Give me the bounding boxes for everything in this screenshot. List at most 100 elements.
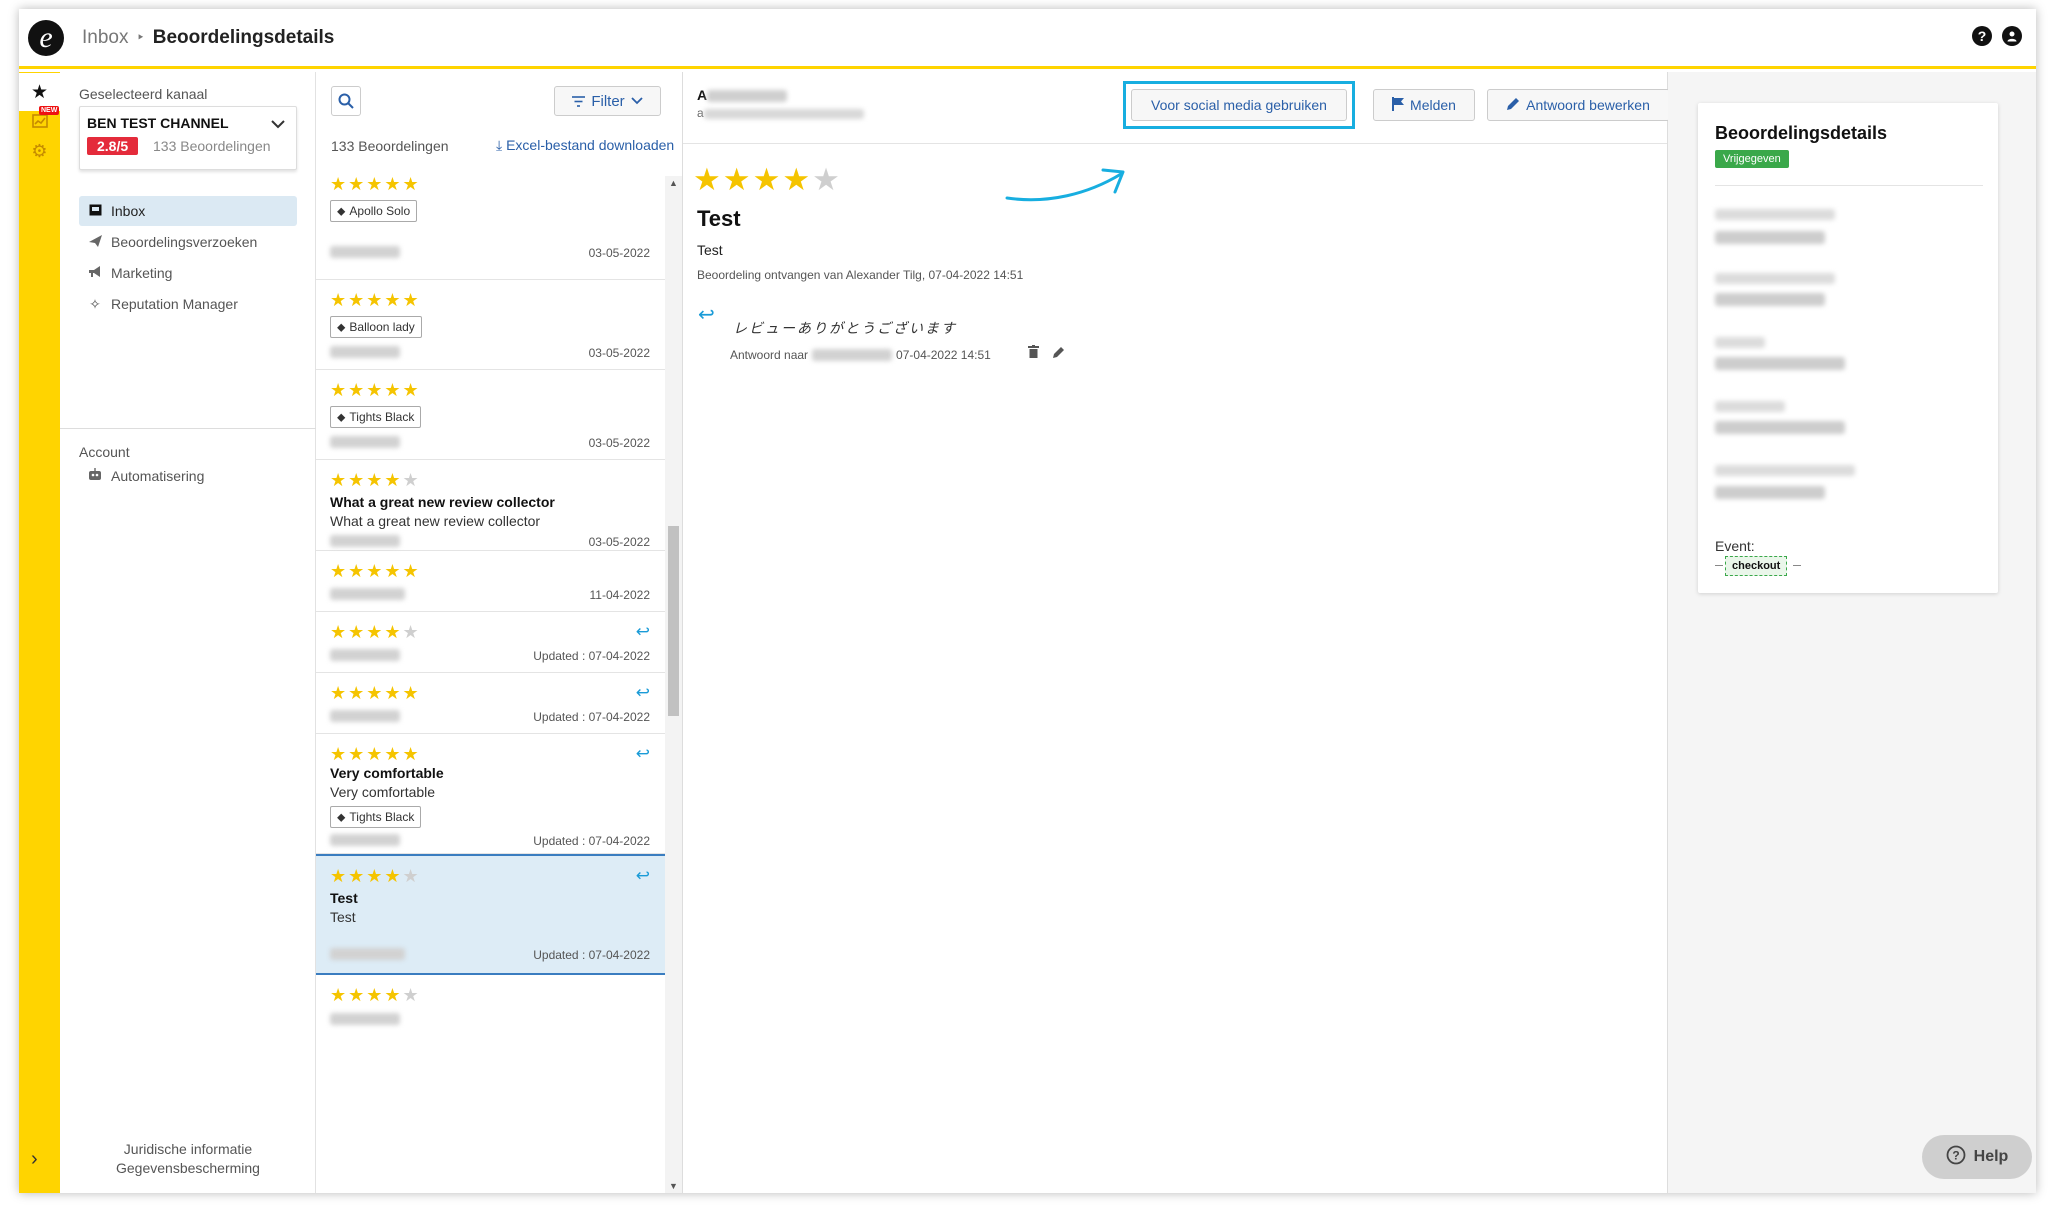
product-tag: ⬥ Balloon lady (330, 316, 422, 338)
reviewer-name-blurred (330, 1013, 400, 1025)
list-item[interactable]: ★★★★★ ⬥ Balloon lady 03-05-2022 (316, 280, 666, 370)
edit-reply-pencil-icon[interactable] (1053, 345, 1065, 361)
reply-meta: Antwoord naar 07-04-2022 14:51 (730, 348, 991, 362)
detail-label-blurred (1715, 209, 1835, 220)
reviewer-name-blurred (330, 346, 400, 358)
breadcrumb: Inbox ‣ Beoordelingsdetails (82, 27, 334, 49)
star-rating: ★★★★★ (330, 985, 421, 1005)
list-item[interactable]: ★★★★★ What a great new review collector … (316, 460, 666, 551)
reviewer-name-blurred (330, 948, 405, 960)
star-rating: ★★★★★ (330, 744, 421, 764)
review-date: Updated : 07-04-2022 (533, 834, 650, 848)
privacy-link[interactable]: Gegevensbescherming (60, 1159, 316, 1178)
help-question-icon: ? (1946, 1145, 1966, 1170)
review-list: ★★★★★ ⬥ Apollo Solo 03-05-2022 ★★★★★ ⬥ Bal… (316, 176, 683, 1193)
review-date: 11-04-2022 (589, 588, 651, 602)
scroll-up-arrow-icon[interactable]: ▲ (669, 178, 678, 188)
help-circle-icon[interactable]: ? (1972, 26, 1992, 46)
robot-icon (79, 468, 111, 484)
excel-download-link[interactable]: ⤓ Excel-bestand downloaden (496, 137, 674, 154)
app-rail: ★ NEW ⚙ › (19, 72, 60, 1193)
review-detail-panel: A a Voor social media gebruiken Melden A… (683, 72, 1670, 1193)
star-rating: ★★★★★ (330, 176, 421, 194)
detail-star-rating: ★★★★★ (693, 162, 842, 197)
list-item[interactable]: ★★★★★ ↩ Very comfortable Very comfortabl… (316, 734, 666, 854)
detail-review-title: Test (697, 206, 741, 231)
review-date: Updated : 07-04-2022 (533, 710, 650, 724)
nav-reputation-manager[interactable]: ✧ Reputation Manager (79, 289, 297, 319)
list-item[interactable]: ★★★★★ ⬥ Tights Black 03-05-2022 (316, 370, 666, 460)
report-button[interactable]: Melden (1373, 89, 1475, 121)
details-sidebar: Beoordelingsdetails Vrijgegeven Event: c… (1668, 72, 2036, 1193)
list-item[interactable]: ★★★★★ ⬥ Apollo Solo 03-05-2022 (316, 176, 666, 280)
replied-arrow-icon: ↩ (635, 683, 650, 702)
reply-recipient-blurred (812, 349, 893, 361)
search-button[interactable] (331, 86, 361, 116)
detail-label-blurred (1715, 273, 1835, 284)
user-account-icon[interactable] (2002, 26, 2022, 46)
channel-selector[interactable]: BEN TEST CHANNEL 2.8/5 133 Beoordelingen (79, 106, 297, 170)
help-button[interactable]: ? Help (1922, 1135, 2032, 1179)
expand-chevron-icon[interactable]: › (31, 1148, 38, 1171)
use-for-social-media-button[interactable]: Voor social media gebruiken (1131, 89, 1347, 121)
edit-reply-button[interactable]: Antwoord bewerken (1487, 89, 1670, 121)
new-badge: NEW (39, 106, 60, 115)
settings-gear-icon[interactable]: ⚙ (19, 132, 60, 170)
detail-value-blurred (1715, 421, 1845, 434)
star-rating: ★★★★★ (330, 380, 421, 400)
list-item[interactable]: ★★★★★ 11-04-2022 (316, 551, 666, 612)
scroll-down-arrow-icon[interactable]: ▼ (669, 1181, 678, 1191)
list-item[interactable]: ★★★★★ ↩ Updated : 07-04-2022 (316, 673, 666, 734)
detail-review-body: Test (697, 242, 723, 258)
sidebar-footer: Juridische informatie Gegevensbeschermin… (60, 1140, 316, 1178)
list-item[interactable]: ★★★★★ (316, 975, 666, 1055)
detail-review-meta: Beoordeling ontvangen van Alexander Tilg… (697, 268, 1024, 282)
star-rating: ★★★★★ (330, 561, 421, 581)
flag-icon (1392, 96, 1405, 114)
review-list-scrollbar[interactable]: ▲ ▼ (665, 176, 682, 1193)
reviewer-name-blurred (330, 649, 400, 661)
account-section-label: Account (79, 444, 130, 460)
review-body: Test (330, 909, 356, 925)
reviewer-name-blurred (330, 246, 400, 258)
product-tag: ⬥ Tights Black (330, 406, 422, 428)
event-chip: checkout (1725, 556, 1788, 576)
review-body: Very comfortable (330, 784, 436, 800)
nav-reputation-manager-label: Reputation Manager (111, 296, 238, 312)
app-logo[interactable]: e (28, 19, 64, 56)
nav-review-requests[interactable]: Beoordelingsverzoeken (79, 227, 297, 257)
detail-value-blurred (1715, 231, 1825, 244)
chevron-down-icon (631, 97, 643, 105)
detail-label-blurred (1715, 465, 1855, 476)
delete-reply-icon[interactable] (1028, 345, 1039, 361)
channel-review-count: 133 Beoordelingen (153, 138, 271, 154)
star-rating: ★★★★★ (330, 866, 421, 886)
reviewer-name-blurred (330, 436, 400, 448)
review-count: 133 Beoordelingen (331, 138, 449, 154)
nav-inbox[interactable]: Inbox (79, 196, 297, 226)
replied-arrow-icon: ↩ (635, 744, 650, 763)
nav-review-requests-label: Beoordelingsverzoeken (111, 234, 258, 250)
download-icon: ⤓ (496, 137, 503, 153)
tag-icon: ⬥ (337, 809, 346, 824)
app-window: e Inbox ‣ Beoordelingsdetails ? ★ NEW ⚙ … (19, 9, 2036, 1193)
tag-icon: ⬥ (337, 409, 346, 424)
scrollbar-thumb[interactable] (668, 526, 679, 716)
list-item[interactable]: ★★★★★ ↩ Updated : 07-04-2022 (316, 612, 666, 673)
megaphone-icon (79, 265, 111, 281)
channel-name: BEN TEST CHANNEL (87, 115, 229, 131)
nav-automation[interactable]: Automatisering (79, 461, 297, 491)
reviewer-name-blurred (330, 535, 400, 547)
selected-channel-label: Geselecteerd kanaal (79, 86, 208, 102)
channel-rating-badge: 2.8/5 (87, 137, 139, 155)
reviewer-name-blurred (330, 588, 405, 600)
nav-inbox-label: Inbox (111, 203, 146, 219)
list-item-selected[interactable]: ★★★★★ ↩ Test Test Updated : 07-04-2022 (316, 854, 666, 975)
details-divider (1715, 185, 1983, 186)
review-date: Updated : 07-04-2022 (533, 948, 650, 962)
legal-info-link[interactable]: Juridische informatie (60, 1140, 316, 1159)
filter-button[interactable]: Filter (554, 86, 661, 116)
product-tag: ⬥ Tights Black (330, 806, 422, 828)
nav-marketing[interactable]: Marketing (79, 258, 297, 288)
breadcrumb-inbox[interactable]: Inbox (82, 27, 128, 49)
